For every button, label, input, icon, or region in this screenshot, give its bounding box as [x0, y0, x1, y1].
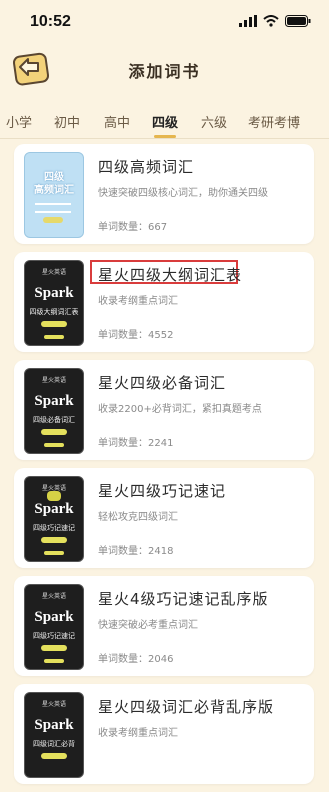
book-title: 四级高频词汇: [98, 158, 195, 176]
book-desc: 收录考纲重点词汇: [98, 296, 178, 307]
page-title: 添加词书: [128, 62, 201, 81]
book-card[interactable]: 星火英语 Spark 四级巧记速记 星火四级巧记速记 轻松攻克四级词汇 单词数量…: [14, 468, 314, 568]
tab-postgrad[interactable]: 考研考博: [248, 112, 300, 131]
status-bar: 10:52: [0, 0, 329, 44]
cover-brand: Spark: [34, 393, 74, 409]
status-time: 10:52: [30, 13, 71, 30]
battery-icon: [285, 15, 311, 27]
wifi-icon: [263, 15, 279, 27]
book-cover: 星火英语 Spark 四级必备词汇: [24, 368, 84, 454]
tab-junior[interactable]: 初中: [54, 112, 80, 131]
category-tabs: 小学 初中 高中 四级 六级 考研考博: [0, 102, 329, 139]
cover-brand: Spark: [34, 285, 74, 301]
signal-icon: [239, 15, 257, 27]
book-card[interactable]: 星火英语 Spark 四级必备词汇 星火四级必备词汇 收录2200+必背词汇，紧…: [14, 360, 314, 460]
book-cover: 四级 高频词汇: [24, 152, 84, 238]
book-title: 星火四级巧记速记: [98, 482, 227, 500]
book-count: 单词数量：2046: [98, 654, 174, 665]
book-desc: 轻松攻克四级词汇: [98, 512, 178, 523]
status-icons: [239, 15, 311, 27]
book-count: 单词数量：2418: [98, 546, 174, 557]
book-card[interactable]: 星火英语 Spark 四级词汇必背 星火四级词汇必背乱序版 收录考纲重点词汇: [14, 684, 314, 784]
tab-senior[interactable]: 高中: [104, 112, 130, 131]
book-card[interactable]: 星火英语 Spark 四级大纲词汇表 星火四级大纲词汇表 收录考纲重点词汇 单词…: [14, 252, 314, 352]
book-cover: 星火英语 Spark 四级词汇必背: [24, 692, 84, 778]
book-count: 单词数量：4552: [98, 330, 174, 341]
tab-cet4[interactable]: 四级: [152, 112, 178, 138]
book-desc: 快速突破必考重点词汇: [98, 620, 198, 631]
book-count: 单词数量：667: [98, 222, 168, 233]
book-cover: 星火英语 Spark 四级大纲词汇表: [24, 260, 84, 346]
book-cover: 星火英语 Spark 四级巧记速记: [24, 476, 84, 562]
book-title: 星火4级巧记速记乱序版: [98, 590, 269, 608]
cover-brand: Spark: [34, 609, 74, 625]
header: 添加词书: [0, 44, 329, 94]
tab-primary[interactable]: 小学: [6, 112, 32, 131]
book-title: 星火四级大纲词汇表: [98, 266, 243, 284]
book-desc: 收录2200+必背词汇，紧扣真题考点: [98, 404, 262, 415]
tab-cet6[interactable]: 六级: [201, 112, 227, 131]
book-title: 星火四级必备词汇: [98, 374, 227, 392]
book-cover: 星火英语 Spark 四级巧记速记: [24, 584, 84, 670]
cover-text: 四级 高频词汇: [34, 172, 74, 196]
book-title: 星火四级词汇必背乱序版: [98, 698, 275, 716]
book-count: 单词数量：2241: [98, 438, 174, 449]
book-desc: 收录考纲重点词汇: [98, 728, 178, 739]
cover-brand: Spark: [34, 501, 74, 517]
book-card[interactable]: 星火英语 Spark 四级巧记速记 星火4级巧记速记乱序版 快速突破必考重点词汇…: [14, 576, 314, 676]
book-desc: 快速突破四级核心词汇，助你通关四级: [98, 188, 268, 199]
book-list: 四级 高频词汇 四级高频词汇 快速突破四级核心词汇，助你通关四级 单词数量：667…: [14, 144, 314, 792]
book-card[interactable]: 四级 高频词汇 四级高频词汇 快速突破四级核心词汇，助你通关四级 单词数量：667: [14, 144, 314, 244]
